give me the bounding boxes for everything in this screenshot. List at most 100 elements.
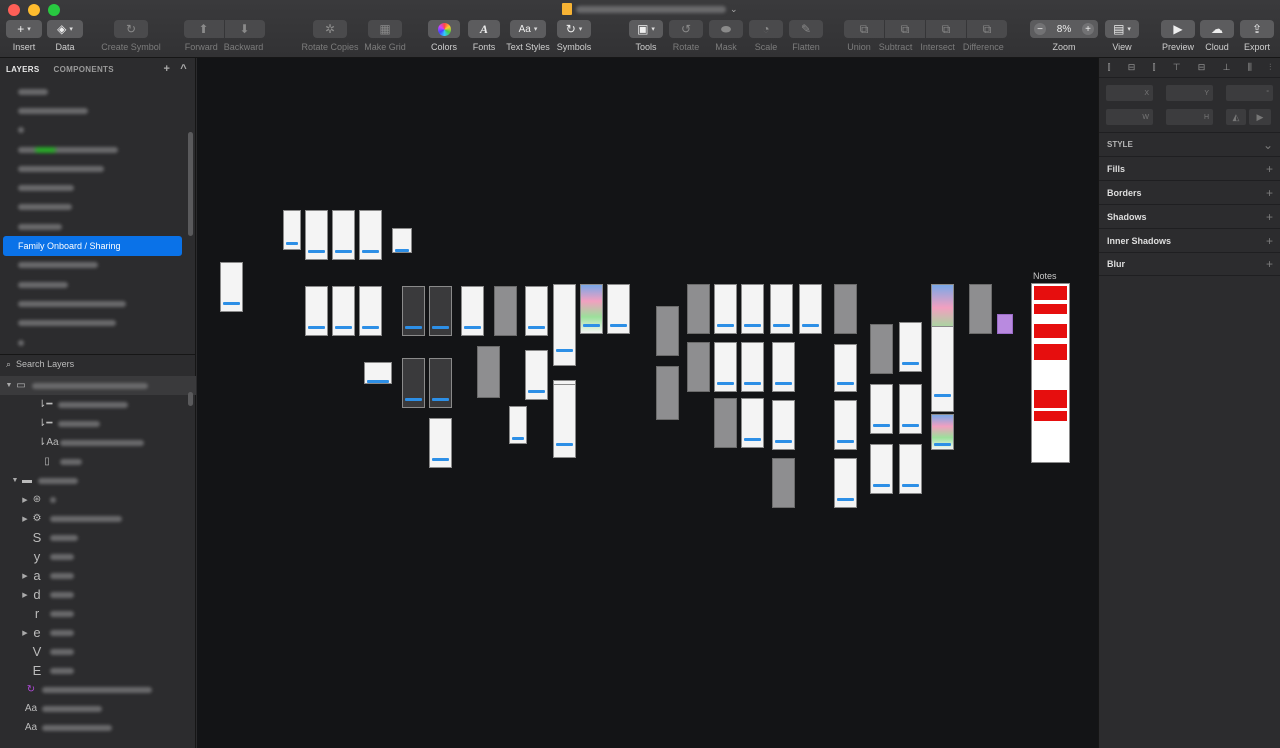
page-item[interactable] [0, 101, 196, 120]
artboard-thumbnail[interactable] [834, 400, 857, 450]
disclosure-closed-icon[interactable]: ▶ [20, 496, 30, 504]
disclosure-open-icon[interactable]: ▼ [10, 477, 20, 484]
preview-tool[interactable]: ▶ Preview [1160, 20, 1196, 56]
symbols-button[interactable]: ↻ ▾ [557, 20, 591, 38]
artboard-thumbnail[interactable] [870, 444, 893, 494]
artboard-thumbnail[interactable] [834, 458, 857, 508]
artboard-thumbnail[interactable] [494, 286, 517, 336]
rotation-field[interactable]: ° [1226, 85, 1273, 101]
text-styles-tool[interactable]: Aa ▾ Text Styles [506, 20, 550, 56]
view-button[interactable]: ▤ ▾ [1105, 20, 1139, 38]
artboard-thumbnail[interactable] [687, 342, 710, 392]
page-item[interactable] [0, 140, 196, 159]
artboard-thumbnail[interactable] [870, 324, 893, 374]
artboard-thumbnail[interactable] [580, 284, 603, 334]
artboard-thumbnail[interactable] [714, 284, 737, 334]
intersect-button[interactable]: ⧉ [926, 20, 966, 38]
data-button[interactable]: ◈ ▾ [47, 20, 83, 38]
backward-button[interactable]: ⬇ [224, 20, 265, 38]
artboard-thumbnail[interactable] [899, 444, 922, 494]
layer-row[interactable]: ▯ [0, 452, 196, 471]
style-section[interactable]: STYLE ⌄ [1099, 132, 1280, 156]
make-grid-button[interactable]: ▦ [368, 20, 402, 38]
artboard-thumbnail[interactable] [525, 286, 548, 336]
create-symbol-tool[interactable]: ↻ Create Symbol [101, 20, 161, 56]
flip-vertical-button[interactable]: ▶ [1249, 109, 1271, 125]
artboard-thumbnail[interactable] [741, 342, 764, 392]
layer-row[interactable]: Aa [0, 718, 196, 737]
artboard-thumbnail[interactable] [607, 284, 630, 334]
artboard-thumbnail[interactable] [656, 366, 679, 420]
pages-scrollbar[interactable] [188, 132, 193, 236]
disclosure-open-icon[interactable]: ▼ [4, 382, 14, 389]
add-fill-button[interactable]: + [1266, 162, 1273, 176]
flip-horizontal-button[interactable]: ◭ [1226, 109, 1246, 125]
add-blur-button[interactable]: + [1266, 257, 1273, 271]
mask-tool[interactable]: ⬬ Mask [708, 20, 744, 56]
align-bottom-icon[interactable]: ⊥ [1223, 62, 1231, 73]
disclosure-closed-icon[interactable]: ▶ [20, 629, 30, 637]
colors-button[interactable] [428, 20, 460, 38]
search-layers-input[interactable]: Search Layers [16, 359, 74, 369]
forward-button[interactable]: ⬆ [183, 20, 224, 38]
artboard-thumbnail[interactable] [741, 398, 764, 448]
artboard-thumbnail[interactable] [772, 342, 795, 392]
add-inner-shadow-button[interactable]: + [1266, 234, 1273, 248]
layer-row[interactable]: V [0, 642, 196, 661]
artboard-thumbnail[interactable] [305, 286, 328, 336]
union-button[interactable]: ⧉ [844, 20, 884, 38]
mask-button[interactable]: ⬬ [709, 20, 743, 38]
layer-row[interactable]: ▼ ▬ [0, 471, 196, 490]
export-button[interactable]: ⇪ [1240, 20, 1274, 38]
artboard-thumbnail[interactable] [834, 284, 857, 334]
artboard-thumbnail[interactable] [220, 262, 243, 312]
artboard-thumbnail[interactable] [461, 286, 484, 336]
artboard-thumbnail[interactable] [332, 286, 355, 336]
tab-layers[interactable]: LAYERS [6, 65, 40, 74]
page-item[interactable] [0, 314, 196, 333]
scale-tool[interactable]: ◔ Scale [748, 20, 784, 56]
cloud-button[interactable]: ☁ [1200, 20, 1234, 38]
create-symbol-button[interactable]: ↻ [114, 20, 148, 38]
artboard-thumbnail[interactable] [899, 384, 922, 434]
add-shadow-button[interactable]: + [1266, 210, 1273, 224]
document-title[interactable]: ⌄ [562, 2, 738, 16]
align-center-icon[interactable]: ⊟ [1128, 62, 1136, 73]
layer-row[interactable]: ▶ d [0, 585, 196, 604]
artboard-thumbnail[interactable] [553, 384, 576, 458]
layer-row[interactable]: y [0, 547, 196, 566]
canvas[interactable]: Notes [197, 58, 1098, 748]
tab-components[interactable]: COMPONENTS [54, 65, 114, 74]
artboard-thumbnail[interactable] [714, 398, 737, 448]
artboard-thumbnail[interactable] [509, 406, 527, 444]
layer-row[interactable]: ▶ a [0, 566, 196, 585]
preview-button[interactable]: ▶ [1161, 20, 1195, 38]
artboard-thumbnail[interactable] [899, 322, 922, 372]
disclosure-closed-icon[interactable]: ▶ [20, 572, 30, 580]
artboard-thumbnail[interactable] [870, 384, 893, 434]
disclosure-closed-icon[interactable]: ▶ [20, 591, 30, 599]
export-tool[interactable]: ⇪ Export [1240, 20, 1274, 56]
search-layers[interactable]: ⌕ Search Layers [0, 355, 196, 373]
align-right-icon[interactable]: ⫿ [1153, 62, 1156, 73]
layer-row[interactable]: ▶ ⚙ [0, 509, 196, 528]
artboard-thumbnail[interactable] [931, 414, 954, 450]
artboard-thumbnail[interactable] [772, 458, 795, 508]
artboard-thumbnail[interactable] [332, 210, 355, 260]
colors-tool[interactable]: Colors [428, 20, 460, 56]
page-item[interactable] [0, 121, 196, 140]
tools-button[interactable]: ▣ ▾ [629, 20, 663, 38]
layer-row[interactable]: ▶ e [0, 623, 196, 642]
minimize-window-button[interactable] [28, 4, 40, 16]
artboard-thumbnail[interactable] [553, 284, 576, 366]
x-field[interactable]: X [1106, 85, 1153, 101]
artboard-thumbnail[interactable] [364, 362, 392, 384]
artboard-thumbnail[interactable] [969, 284, 992, 334]
zoom-value[interactable]: 8% [1057, 24, 1071, 35]
artboard-thumbnail[interactable] [525, 350, 548, 400]
notes-artboard[interactable] [1031, 283, 1070, 463]
fonts-tool[interactable]: A Fonts [468, 20, 500, 56]
artboard-thumbnail[interactable] [741, 284, 764, 334]
page-item[interactable] [0, 178, 196, 197]
tools-tool[interactable]: ▣ ▾ Tools [628, 20, 664, 56]
